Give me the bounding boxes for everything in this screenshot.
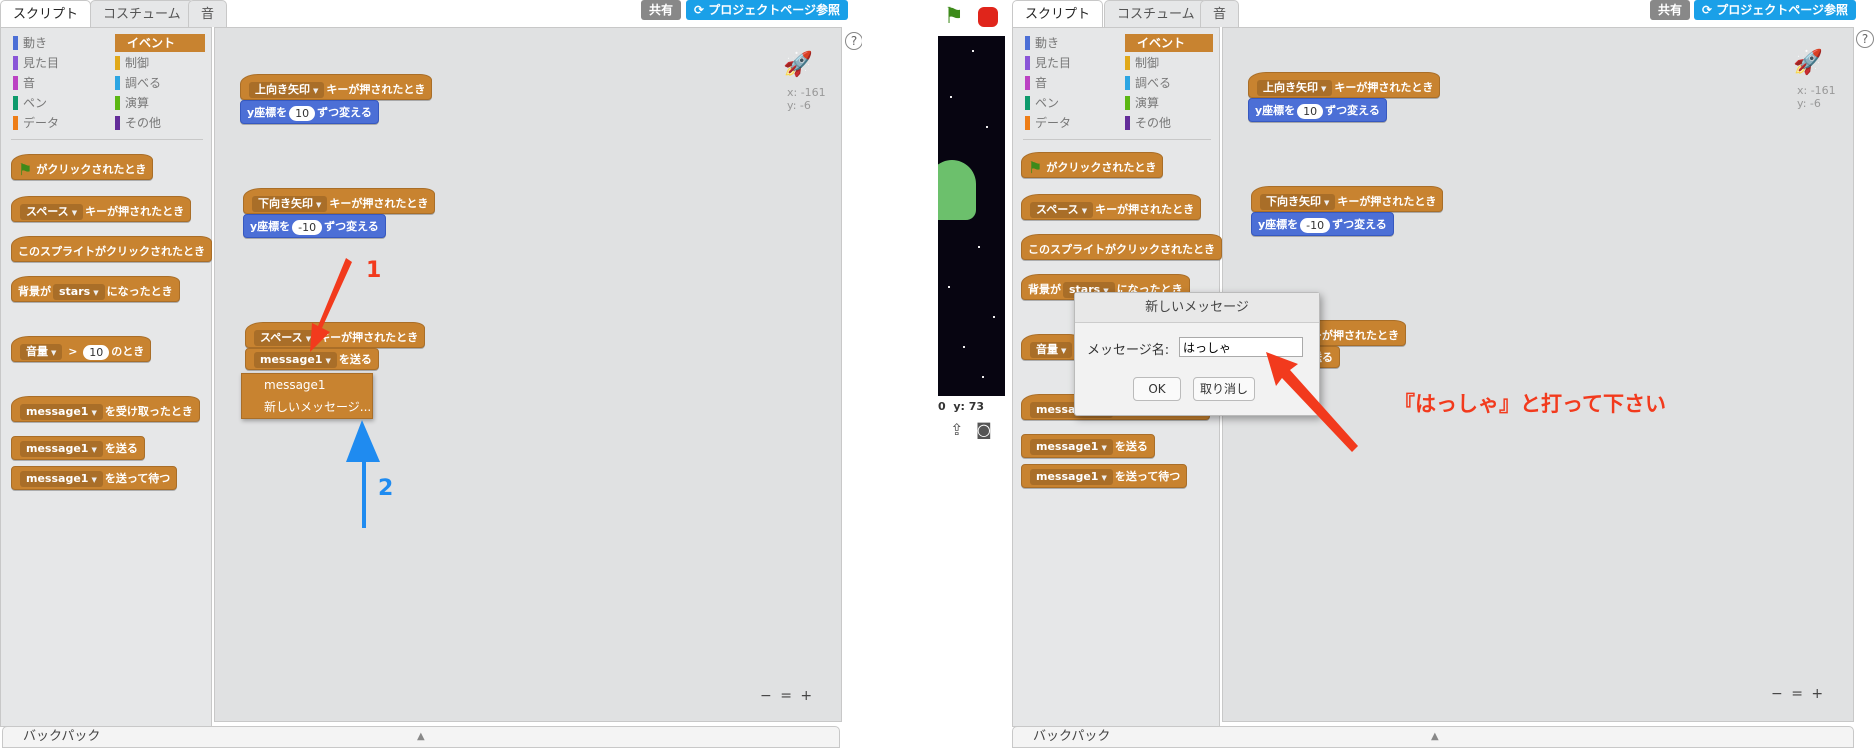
left-screenshot: スクリプト コスチューム 音 共有 ⟳ プロジェクトページ参照 動き 見た目 音… — [0, 0, 862, 748]
tab-scripts[interactable]: スクリプト — [0, 0, 92, 27]
annotation-arrows — [1266, 352, 1358, 452]
annotation-2: 2 — [378, 476, 394, 501]
blue-arrow-icon — [346, 420, 380, 528]
annotation-arrows — [310, 258, 380, 528]
right-screenshot: ⚑ 0 y: 73 ⇪ ◙ スクリプト コスチューム 音 共有 ⟳ プロジェクト… — [938, 0, 1874, 748]
red-arrow-icon — [1266, 352, 1358, 452]
tab-scripts[interactable]: スクリプト — [1012, 0, 1104, 27]
annotation-1: 1 — [366, 258, 382, 283]
red-arrow-icon — [310, 258, 352, 352]
instruction-annotation: 『はっしゃ』と打って下さい — [1394, 392, 1666, 416]
